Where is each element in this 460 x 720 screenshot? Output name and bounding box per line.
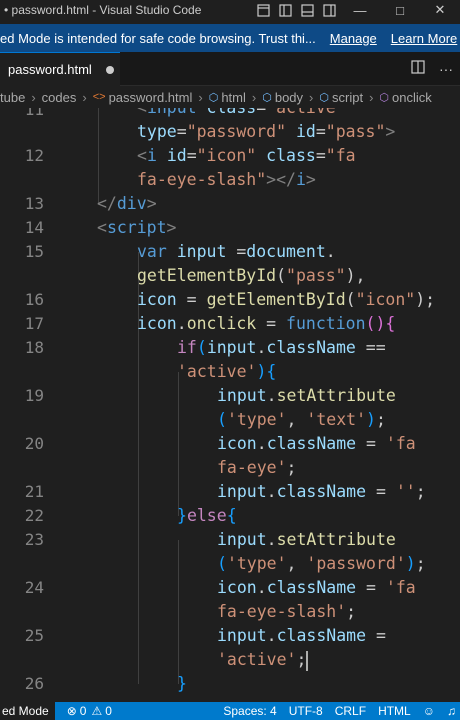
window-buttons: — □ ✕ [252,0,460,20]
line-number: 11 [24,108,44,119]
code-line: fa-eye'; [217,458,297,477]
warning-count[interactable]: 0 [105,704,112,718]
tab-label: password.html [8,62,92,77]
html-file-icon: <> [92,91,106,103]
maximize-button[interactable]: □ [380,0,420,20]
code-line: <i id="icon" class="fa [137,146,356,165]
encoding-status[interactable]: UTF-8 [289,704,323,718]
restricted-mode-indicator[interactable]: ed Mode [0,702,55,720]
line-number: 21 [24,482,44,501]
code-editor[interactable]: 11 12 13 14 15 16 17 18 19 20 21 22 23 2… [0,108,460,702]
function-icon: ⬡ [379,91,390,104]
breadcrumb-item[interactable]: body [275,90,303,105]
language-mode[interactable]: HTML [378,704,411,718]
breadcrumb-item[interactable]: html [221,90,246,105]
learn-more-link[interactable]: Learn More [391,31,457,46]
code-line: }else{ [177,506,237,525]
indent-guide [178,540,179,684]
breadcrumb-item[interactable]: onclick [392,90,432,105]
element-icon: ⬡ [319,91,329,104]
line-number: 24 [24,578,44,597]
code-line: if(input.className == [177,338,386,357]
line-number: 13 [24,194,44,213]
line-number: 25 [24,626,44,645]
code-line: input.setAttribute [217,530,396,549]
code-line: 'active'; [217,650,309,671]
line-number: 26 [24,674,44,693]
code-line: fa-eye-slash"></i> [137,170,316,189]
chevron-right-icon: › [82,89,87,105]
indentation-status[interactable]: Spaces: 4 [223,704,276,718]
window-title: • password.html - Visual Studio Code [4,3,202,17]
element-icon: ⬡ [262,91,272,104]
tab-password-html[interactable]: password.html [0,52,120,86]
code-line: type="password" id="pass"> [137,122,396,141]
eol-status[interactable]: CRLF [335,704,366,718]
breadcrumb-item[interactable]: password.html [109,90,193,105]
layout-icon[interactable] [252,0,274,20]
unsaved-dot-icon[interactable] [105,65,114,74]
error-icon[interactable]: ⊗ [67,704,77,718]
chevron-right-icon: › [369,89,374,105]
chevron-right-icon: › [31,89,36,105]
line-number: 20 [24,434,44,453]
minimize-button[interactable]: — [340,0,380,20]
code-line: input.setAttribute [217,386,396,405]
code-line: </div> [97,194,157,213]
split-editor-icon[interactable] [404,60,432,77]
close-button[interactable]: ✕ [420,0,460,20]
indent-guide [98,108,99,204]
bell-icon[interactable]: ♫ [447,704,456,718]
warning-icon[interactable]: ⚠ [91,704,102,718]
code-line: <script> [97,218,177,237]
title-bar: • password.html - Visual Studio Code — □… [0,0,460,20]
chevron-right-icon: › [251,89,257,105]
code-line: ('type', 'password'); [217,554,426,573]
split-icon[interactable] [318,0,340,20]
tab-bar: password.html ··· [0,52,460,86]
code-line: input.className = ''; [217,482,426,501]
editor-actions: ··· [404,52,460,85]
restricted-mode-banner: ed Mode is intended for safe code browsi… [0,24,460,52]
status-bar: ed Mode ⊗ 0 ⚠ 0 Spaces: 4 UTF-8 CRLF HTM… [0,702,460,720]
breadcrumb-item[interactable]: script [332,90,363,105]
sidebar-icon[interactable] [274,0,296,20]
code-line: } [177,674,187,693]
breadcrumb-item[interactable]: codes [42,90,77,105]
text-cursor [306,650,309,671]
element-icon: ⬡ [208,91,219,104]
line-number: 14 [24,218,44,237]
code-line: icon.onclick = function(){ [137,314,396,333]
line-number: 23 [24,530,44,549]
code-line: fa-eye-slash'; [217,602,357,621]
code-line: var input =document. [137,242,336,261]
breadcrumb: tube › codes › <> password.html › ⬡ html… [0,86,460,108]
chevron-right-icon: › [309,89,314,105]
error-count[interactable]: 0 [80,704,87,718]
banner-message: ed Mode is intended for safe code browsi… [0,30,316,46]
more-actions-icon[interactable]: ··· [432,61,460,77]
chevron-right-icon: › [198,89,203,105]
code-line: icon.className = 'fa [217,578,416,597]
indent-guide [178,372,179,516]
breadcrumb-item[interactable]: tube [0,90,25,105]
code-line: icon = getElementById("icon"); [137,290,436,309]
line-number: 15 [24,242,44,261]
line-number: 19 [24,386,44,405]
code-line: <input class="active" [137,108,346,120]
code-line: ('type', 'text'); [217,410,386,429]
code-line: 'active'){ [177,362,277,381]
panel-icon[interactable] [296,0,318,20]
manage-link[interactable]: Manage [330,31,377,46]
code-line: input.className = [217,626,386,645]
line-number: 17 [24,314,44,333]
line-number: 22 [24,506,44,525]
line-number: 16 [24,290,44,309]
line-number: 12 [24,146,44,165]
code-line: getElementById("pass"), [137,266,366,285]
line-number: 18 [24,338,44,357]
code-line: icon.className = 'fa [217,434,416,453]
feedback-icon[interactable]: ☺ [423,704,435,718]
